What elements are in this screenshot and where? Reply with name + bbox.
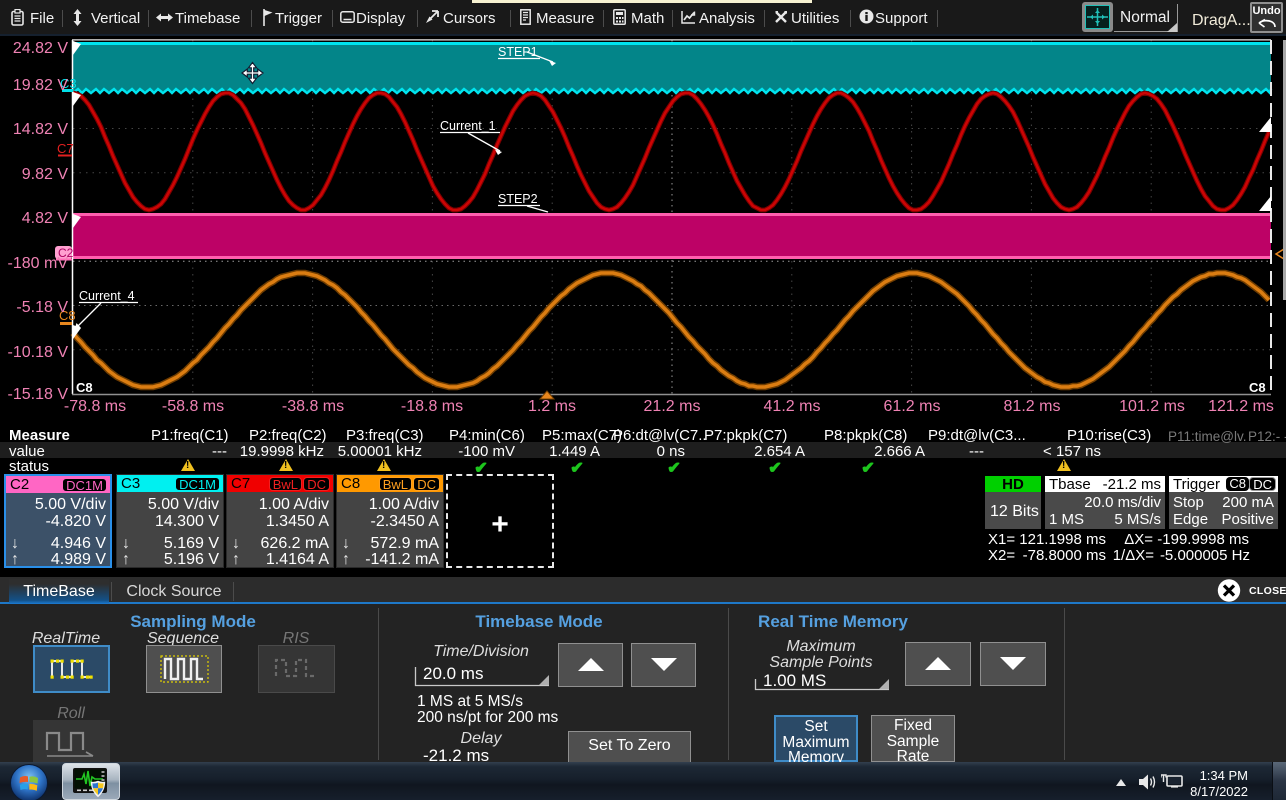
- svg-text:Current_1: Current_1: [440, 119, 496, 133]
- svg-text:101.2 ms: 101.2 ms: [1119, 398, 1185, 415]
- svg-text:81.2 ms: 81.2 ms: [1004, 398, 1061, 415]
- svg-text:14.82 V: 14.82 V: [13, 121, 68, 138]
- svg-text:C8: C8: [1249, 380, 1266, 395]
- svg-text:21.2 ms: 21.2 ms: [644, 398, 701, 415]
- svg-text:4.82 V: 4.82 V: [22, 210, 69, 227]
- svg-text:-10.18 V: -10.18 V: [8, 344, 69, 361]
- svg-text:-180 mV: -180 mV: [8, 255, 69, 272]
- svg-text:19.82 V: 19.82 V: [13, 77, 68, 94]
- svg-text:Current_4: Current_4: [79, 289, 135, 303]
- svg-text:STEP1: STEP1: [498, 45, 538, 59]
- svg-text:-78.8 ms: -78.8 ms: [64, 398, 126, 415]
- svg-text:C8: C8: [76, 380, 93, 395]
- svg-text:61.2 ms: 61.2 ms: [884, 398, 941, 415]
- svg-text:121.2 ms: 121.2 ms: [1208, 398, 1274, 415]
- svg-text:24.82 V: 24.82 V: [13, 40, 68, 57]
- svg-text:C7: C7: [57, 141, 74, 156]
- svg-text:1.2 ms: 1.2 ms: [528, 398, 576, 415]
- svg-text:41.2 ms: 41.2 ms: [764, 398, 821, 415]
- svg-text:9.82 V: 9.82 V: [22, 166, 69, 183]
- svg-text:-38.8 ms: -38.8 ms: [282, 398, 344, 415]
- svg-text:-18.8 ms: -18.8 ms: [401, 398, 463, 415]
- svg-text:STEP2: STEP2: [498, 192, 538, 206]
- svg-text:-15.18 V: -15.18 V: [8, 386, 69, 403]
- svg-text:-5.18 V: -5.18 V: [16, 299, 68, 316]
- svg-text:-58.8 ms: -58.8 ms: [162, 398, 224, 415]
